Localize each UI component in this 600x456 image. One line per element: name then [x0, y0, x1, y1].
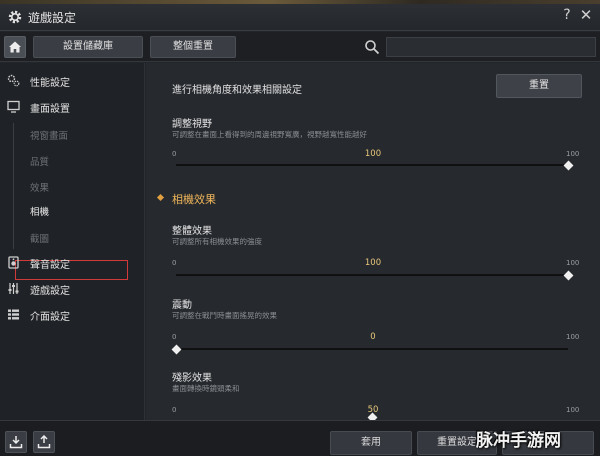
reset-button[interactable]: 重置: [496, 74, 582, 98]
slider-value: 100: [364, 258, 382, 268]
sidebar: 性能設定 畫面設置 視窗畫面 品質 效果 相機 截圖 聲音設定 遊戲設定 介面設…: [0, 63, 145, 420]
performance-icon: [7, 74, 20, 87]
setting-description: 可調整在戰鬥時畫面搖晃的效果: [172, 311, 277, 320]
sidebar-item-performance[interactable]: 性能設定: [0, 71, 145, 91]
import-button[interactable]: [5, 431, 27, 453]
slider-min-label: 0: [172, 406, 177, 414]
sidebar-subitem-window[interactable]: 視窗畫面: [30, 128, 68, 142]
gear-icon: [8, 10, 22, 24]
sidebar-item-game[interactable]: 遊戲設定: [0, 279, 145, 299]
overall-effect-slider-thumb[interactable]: [563, 270, 573, 281]
slider-min-label: 0: [172, 333, 177, 341]
sidebar-item-label: 性能設定: [30, 78, 70, 89]
setting-description: 可調整在畫面上看得到的周邊視野寬廣，視野越寬性能越好: [172, 130, 367, 139]
sidebar-subitem-quality[interactable]: 品質: [30, 154, 49, 168]
slider-max-label: 100: [566, 259, 580, 267]
setting-title: 殘影效果: [172, 373, 212, 384]
slider-value: 0: [370, 332, 376, 342]
section-title: 相機效果: [172, 193, 216, 206]
slider-min-label: 0: [172, 150, 177, 158]
list-icon: [8, 309, 19, 320]
slider-value: 100: [364, 149, 382, 159]
window-title: 遊戲設定: [28, 11, 77, 25]
setting-description: 可調整所有相機效果的強度: [172, 237, 262, 246]
slider-max-label: 100: [566, 333, 580, 341]
sidebar-item-label: 遊戲設定: [30, 286, 70, 297]
camera-settings-panel: 進行相機角度和效果相關設定 重置 調整視野 可調整在畫面上看得到的周邊視野寬廣，…: [146, 63, 600, 423]
import-icon: [9, 436, 23, 449]
shake-slider-track[interactable]: [176, 348, 568, 350]
sidebar-subitem-camera[interactable]: 相機: [30, 204, 49, 218]
sidebar-item-label: 介面設定: [30, 312, 70, 323]
sidebar-item-label: 畫面設置: [30, 104, 70, 115]
slider-min-label: 0: [172, 259, 177, 267]
save-storage-button[interactable]: 設置儲藏庫: [33, 36, 143, 58]
sliders-icon: [8, 283, 19, 294]
toolbar: 設置儲藏庫 整個重置: [0, 32, 600, 62]
export-button[interactable]: [33, 431, 55, 453]
overall-effect-slider-track[interactable]: [176, 274, 568, 276]
tree-connector: [13, 123, 14, 249]
home-button[interactable]: [4, 36, 26, 58]
home-icon: [9, 41, 21, 53]
setting-title: 調整視野: [172, 119, 212, 130]
apply-button[interactable]: 套用: [330, 431, 412, 455]
shake-slider-thumb[interactable]: [171, 344, 181, 355]
sidebar-subitem-screenshot[interactable]: 截圖: [30, 231, 49, 245]
search-input[interactable]: [386, 37, 596, 57]
monitor-icon: [7, 100, 20, 113]
slider-max-label: 100: [566, 406, 580, 414]
sidebar-item-label: 聲音設定: [30, 260, 70, 271]
diamond-bullet-icon: [156, 193, 165, 202]
site-watermark: 脉冲手游网: [476, 431, 561, 451]
sidebar-item-sound[interactable]: 聲音設定: [0, 253, 145, 273]
help-button[interactable]: ?: [560, 7, 574, 23]
setting-title: 整體效果: [172, 226, 212, 237]
search-icon[interactable]: [364, 39, 380, 55]
sidebar-item-display[interactable]: 畫面設置: [0, 97, 145, 117]
slider-max-label: 100: [566, 150, 580, 158]
reset-all-button[interactable]: 整個重置: [150, 36, 236, 58]
title-bar: 遊戲設定 ? ✕: [0, 4, 600, 31]
setting-title: 震動: [172, 300, 192, 311]
sidebar-subitem-effects[interactable]: 效果: [30, 180, 49, 194]
sidebar-item-interface[interactable]: 介面設定: [0, 305, 145, 325]
speaker-icon: [8, 256, 19, 269]
fov-slider-thumb[interactable]: [563, 160, 573, 171]
settings-window: 遊戲設定 ? ✕ 設置儲藏庫 整個重置 性能設定 畫面設置 視窗畫面 品質 效果…: [0, 4, 600, 456]
setting-description: 畫面轉換時鏡頭柔和: [172, 384, 240, 393]
fov-slider-track[interactable]: [176, 164, 568, 166]
export-icon: [37, 435, 51, 449]
panel-header: 進行相機角度和效果相關設定: [172, 85, 302, 96]
close-button[interactable]: ✕: [579, 6, 593, 24]
